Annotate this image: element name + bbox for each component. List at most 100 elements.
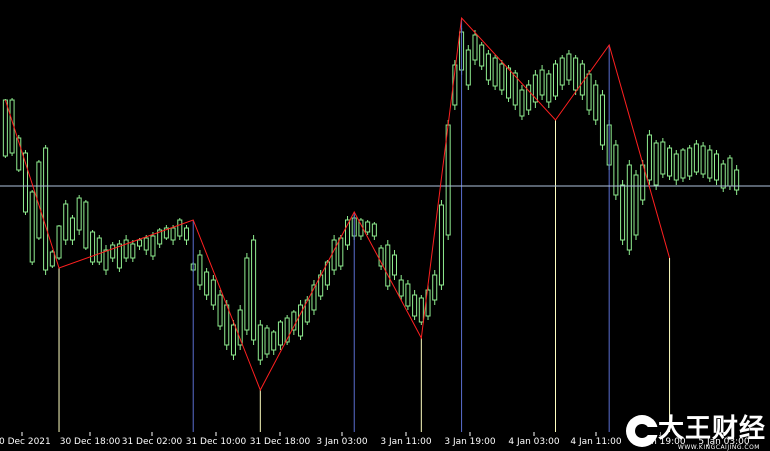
candle (472, 30, 478, 65)
candle-body (210, 279, 216, 306)
candle (264, 325, 270, 358)
candle (398, 275, 404, 300)
x-tick-label: 3 Jan 03:00 (316, 437, 368, 447)
candle (150, 232, 156, 260)
candle-body (177, 219, 183, 237)
candle (660, 138, 666, 178)
candle-body (391, 254, 397, 276)
x-tick-label: 4 Jan 03:00 (508, 437, 560, 447)
candle (593, 80, 599, 125)
candle-body (244, 257, 250, 331)
candle-body (506, 67, 512, 99)
candle (284, 315, 290, 345)
candle (438, 200, 444, 290)
candle (331, 235, 337, 275)
candle (29, 190, 35, 265)
candle-body (539, 69, 545, 96)
candle-body (130, 243, 136, 259)
candle (693, 140, 699, 175)
candle (646, 130, 652, 185)
candle-body (49, 251, 55, 267)
candle (425, 285, 431, 320)
candle (123, 235, 129, 262)
candle-body (633, 174, 639, 236)
candle (566, 50, 572, 85)
candle-body (552, 63, 559, 97)
candle-body (599, 94, 605, 146)
candle (412, 290, 418, 320)
candle-body (465, 49, 471, 86)
candle (318, 270, 324, 300)
candle-body (499, 63, 505, 91)
price-chart: 30 Dec 202130 Dec 18:0031 Dec 02:0031 De… (0, 16, 770, 447)
candle (734, 165, 740, 195)
candle (251, 235, 257, 345)
candle-body (714, 153, 720, 181)
candle (378, 245, 384, 270)
candle-body (653, 142, 659, 186)
candle (620, 180, 626, 245)
candle-body (110, 244, 116, 259)
candle-body (579, 63, 585, 96)
candle (177, 218, 183, 240)
candle-body (707, 149, 713, 179)
candle-body (204, 271, 210, 296)
candle-body (573, 57, 579, 91)
candle-body (43, 147, 49, 271)
candle (385, 240, 391, 290)
candle-body (559, 57, 565, 86)
candle-body (69, 217, 75, 241)
candle-body (217, 294, 223, 327)
candle (204, 268, 210, 300)
candle (391, 250, 397, 280)
candle-body (76, 197, 82, 231)
candle (183, 225, 190, 245)
candle-body (546, 73, 552, 103)
candle-body (720, 163, 726, 189)
candle (110, 242, 116, 262)
candle (291, 310, 297, 335)
candle-body (432, 274, 438, 301)
candle (244, 253, 250, 335)
candle-body (660, 141, 666, 175)
x-tick-label: 31 Dec 10:00 (186, 437, 247, 447)
candle (626, 160, 632, 255)
candle-body (479, 44, 485, 67)
candle-body (251, 239, 257, 341)
candle-body (271, 331, 277, 351)
candle-body (412, 294, 418, 317)
candle (96, 235, 102, 265)
candle-body (492, 57, 498, 87)
candle (573, 55, 579, 95)
candle (197, 250, 203, 290)
candle-body (418, 297, 424, 323)
candle (673, 150, 679, 185)
candle (707, 145, 713, 182)
candles (2, 28, 740, 365)
candle (365, 220, 371, 235)
candle (163, 225, 169, 240)
candle-body (519, 89, 525, 117)
candle-body (143, 237, 149, 251)
candle (599, 90, 605, 150)
candle (667, 145, 673, 180)
candle-body (90, 231, 96, 263)
candle-body (398, 279, 404, 297)
x-tick-label: 31 Dec 02:00 (122, 437, 183, 447)
candle-body (693, 143, 699, 173)
candle (492, 55, 498, 90)
candle (559, 55, 565, 90)
logo: 大王财经 WWW.KINGCAIJING.COM (618, 409, 770, 451)
candle (613, 140, 619, 200)
candle (90, 230, 96, 265)
candle (418, 295, 424, 325)
candle-body (734, 169, 740, 191)
x-tick-label: 31 Dec 18:00 (250, 437, 311, 447)
candle (371, 222, 377, 240)
candle-body (485, 53, 491, 81)
candle (653, 140, 659, 190)
candle-body (613, 144, 619, 196)
x-tick-label: 3 Jan 19:00 (444, 437, 496, 447)
candle-body (472, 34, 478, 61)
candle (700, 142, 706, 178)
